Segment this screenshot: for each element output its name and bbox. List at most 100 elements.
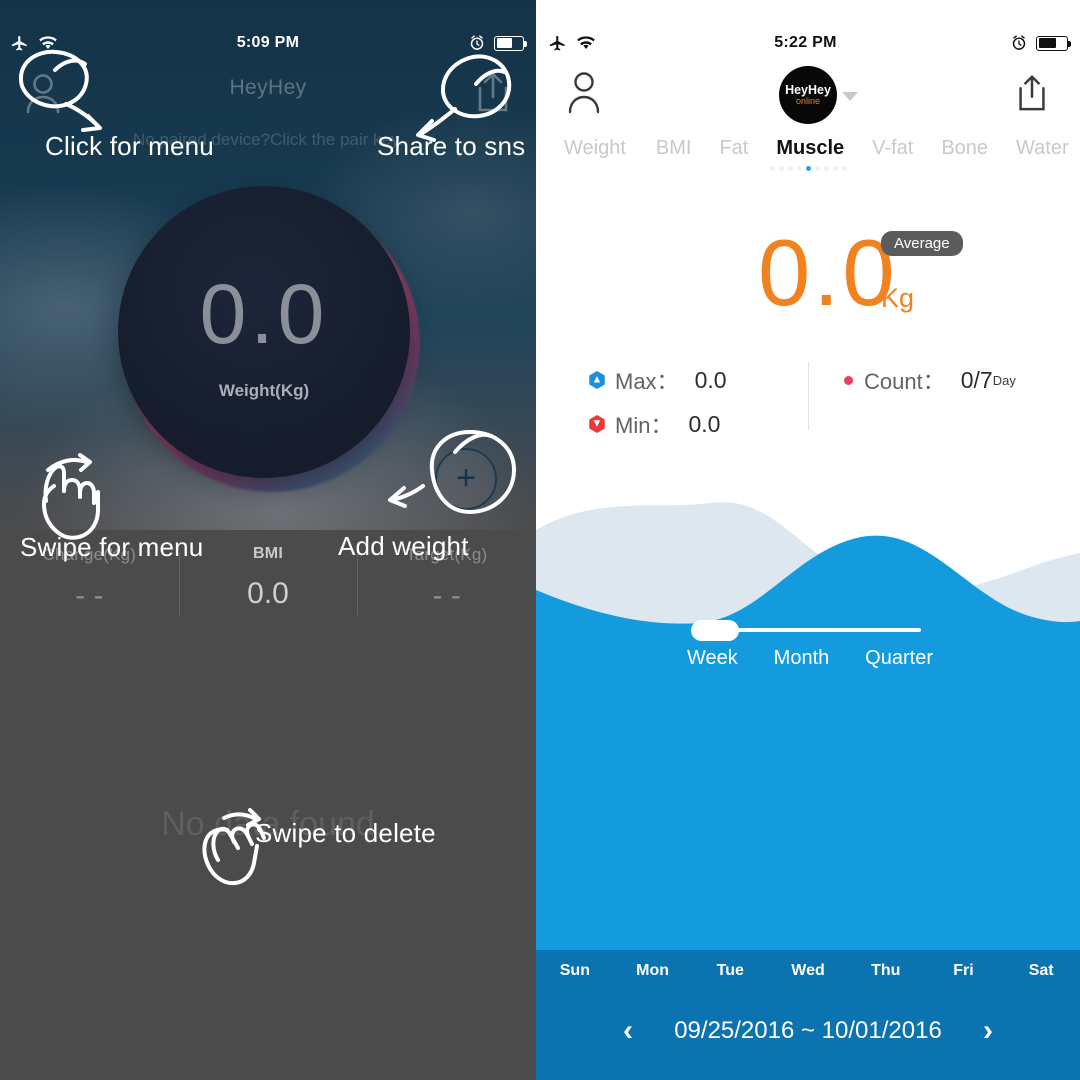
tab-weight[interactable]: Weight [562, 137, 628, 160]
alarm-clock-icon [1012, 35, 1026, 50]
airplane-icon [549, 35, 565, 50]
page-dot-active [805, 166, 811, 171]
metric-label: Min： [615, 413, 673, 438]
date-navigation-bar: Sun Mon Tue Wed Thu Fri Sat ‹ 09/25/2016… [536, 950, 1080, 1080]
wifi-icon [577, 36, 595, 49]
airplane-icon [11, 35, 27, 50]
page-dot [796, 166, 802, 171]
pink-dot-icon [844, 375, 853, 385]
weekday-sat[interactable]: Sat [1002, 962, 1080, 980]
date-range-label: 09/25/2016 ~ 10/01/2016 [674, 1017, 942, 1044]
status-left-icons [0, 34, 170, 53]
metrics-right-column: Count： 0/7 Day [808, 358, 1080, 454]
tab-bmi[interactable]: BMI [654, 137, 694, 160]
avatar[interactable]: HeyHey online [779, 66, 837, 124]
annotation-click-for-menu: Click for menu [45, 131, 214, 161]
metric-max: ▲ Max： 0.0 [588, 358, 808, 402]
right-nav-bar: HeyHey online [536, 62, 1080, 128]
alarm-clock-icon [470, 35, 484, 50]
avatar-status: online [795, 95, 821, 106]
weekday-mon[interactable]: Mon [614, 962, 692, 980]
tab-muscle[interactable]: Muscle [774, 137, 846, 160]
right-phone-screen: 5:22 PM HeyHey online Weight BMI Fat Mus… [536, 0, 1080, 1080]
slider-option-month[interactable]: Month [774, 647, 830, 670]
metric-label: Count： [864, 369, 945, 394]
blue-hexagon-up-icon: ▲ [588, 371, 606, 389]
left-phone-screen: 5:09 PM HeyHey No paired device?Click th… [0, 0, 536, 1080]
metric-value: 0.0 [694, 366, 727, 393]
weekday-row: Sun Mon Tue Wed Thu Fri Sat [536, 962, 1080, 980]
page-dot [823, 166, 829, 171]
weekday-wed[interactable]: Wed [769, 962, 847, 980]
annotation-swipe-for-menu: Swipe for menu [20, 532, 204, 562]
metric-min: ▼ Min： 0.0 [588, 402, 808, 446]
left-nav-bar: HeyHey [0, 62, 536, 122]
slider-labels: Week Month Quarter [687, 647, 933, 670]
avatar-name: HeyHey [785, 82, 831, 97]
annotation-swipe-to-delete: Swipe to delete [255, 818, 436, 848]
weight-value: 0.0 [199, 267, 329, 361]
metric-tabs: Weight BMI Fat Muscle V-fat Bone Water [536, 130, 1080, 166]
metrics-left-column: ▲ Max： 0.0 ▼ Min： 0.0 [536, 358, 808, 454]
chevron-left-icon[interactable]: ‹ [598, 1014, 658, 1048]
slider-option-quarter[interactable]: Quarter [865, 647, 933, 670]
page-title: HeyHey [229, 76, 307, 99]
status-right-icons [905, 35, 1080, 51]
status-time: 5:22 PM [774, 34, 837, 51]
weekday-fri[interactable]: Fri [925, 962, 1003, 980]
dial-face: 0.0 Weight(Kg) [118, 186, 410, 478]
weekday-thu[interactable]: Thu [847, 962, 925, 980]
red-hexagon-down-icon: ▼ [588, 415, 606, 433]
stat-bmi[interactable]: BMI 0.0 [178, 545, 358, 625]
tab-page-indicator [536, 166, 1080, 171]
page-dot [778, 166, 784, 171]
stat-value: 0.0 [247, 577, 289, 610]
page-dot [787, 166, 793, 171]
metric-count: Count： 0/7 Day [844, 358, 1080, 402]
add-weight-button[interactable]: + [435, 448, 497, 510]
metrics-summary: ▲ Max： 0.0 ▼ Min： 0.0 Count： 0/7 Day [536, 358, 1080, 454]
annotation-add-weight: Add weight [338, 531, 469, 561]
metric-value: 0.0 [688, 410, 721, 437]
page-dot [769, 166, 775, 171]
chevron-right-icon[interactable]: › [958, 1014, 1018, 1048]
status-right-icons [366, 35, 536, 51]
page-dot [841, 166, 847, 171]
weekday-sun[interactable]: Sun [536, 962, 614, 980]
stat-value: - - [75, 579, 104, 612]
battery-icon [494, 35, 527, 51]
range-slider-group[interactable]: Week Month Quarter [687, 620, 941, 690]
battery-icon [1036, 35, 1071, 51]
page-dot [832, 166, 838, 171]
page-dot [814, 166, 820, 171]
reading-unit: Kg [881, 283, 915, 313]
left-status-bar: 5:09 PM [0, 28, 536, 58]
tab-vfat[interactable]: V-fat [870, 137, 915, 160]
slider-thumb[interactable] [691, 620, 739, 641]
stat-value: - - [432, 579, 461, 612]
average-badge: Average [881, 231, 963, 256]
date-range-row: ‹ 09/25/2016 ~ 10/01/2016 › [536, 1006, 1080, 1056]
chevron-down-icon[interactable] [842, 92, 858, 101]
metric-value: 0/7 [960, 366, 993, 393]
right-status-bar: 5:22 PM [536, 28, 1080, 58]
wifi-icon [39, 36, 57, 49]
metric-unit: Day [992, 372, 1016, 388]
person-icon[interactable] [564, 70, 604, 119]
share-icon[interactable] [472, 70, 514, 119]
weight-unit-label: Weight(Kg) [218, 381, 310, 400]
screenshot-root: 5:09 PM HeyHey No paired device?Click th… [0, 0, 1080, 1080]
reading-value: 0.0 [758, 220, 898, 325]
share-icon[interactable] [1012, 70, 1052, 119]
weight-dial[interactable]: 0.0 Weight(Kg) [118, 186, 424, 498]
tab-bone[interactable]: Bone [939, 137, 990, 160]
metric-label: Max： [615, 369, 679, 394]
slider-option-week[interactable]: Week [687, 647, 738, 670]
weekday-tue[interactable]: Tue [691, 962, 769, 980]
tab-fat[interactable]: Fat [717, 137, 750, 160]
tab-water[interactable]: Water [1014, 137, 1071, 160]
stat-label: BMI [253, 545, 283, 562]
status-time: 5:09 PM [236, 34, 300, 51]
annotation-share-to-sns: Share to sns [377, 131, 526, 161]
status-left-icons [536, 34, 706, 53]
